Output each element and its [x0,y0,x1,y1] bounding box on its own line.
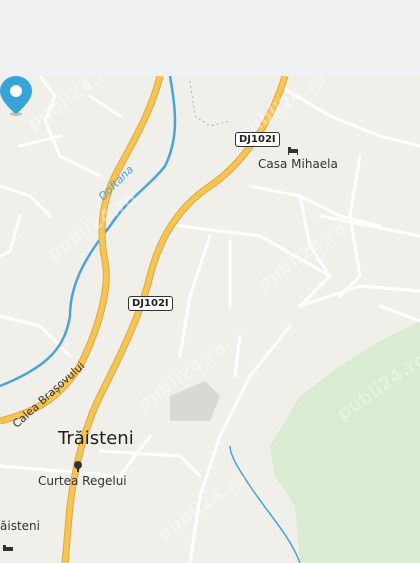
river-doftana [0,76,177,388]
footpath [189,80,231,127]
poi-label-landmark[interactable]: Curtea Regelui [38,474,127,488]
poi-label-guesthouse[interactable]: Casa Mihaela [258,157,338,171]
map-canvas[interactable] [0,76,420,563]
bed-icon [288,147,298,155]
town-label-partial: ăisteni [0,519,40,533]
top-bar [0,0,420,76]
map-view[interactable]: publi24.ro publi24.ro publi24.ro publi24… [0,76,420,563]
map-pin-icon[interactable] [0,76,32,118]
bed-icon [3,545,13,551]
building-block [170,381,220,421]
road-shield: DJ102I [235,132,280,147]
road-shield: DJ102I [128,296,173,311]
forest-area [270,321,420,563]
town-label[interactable]: Trăisteni [58,428,134,449]
tree-icon [74,461,82,472]
